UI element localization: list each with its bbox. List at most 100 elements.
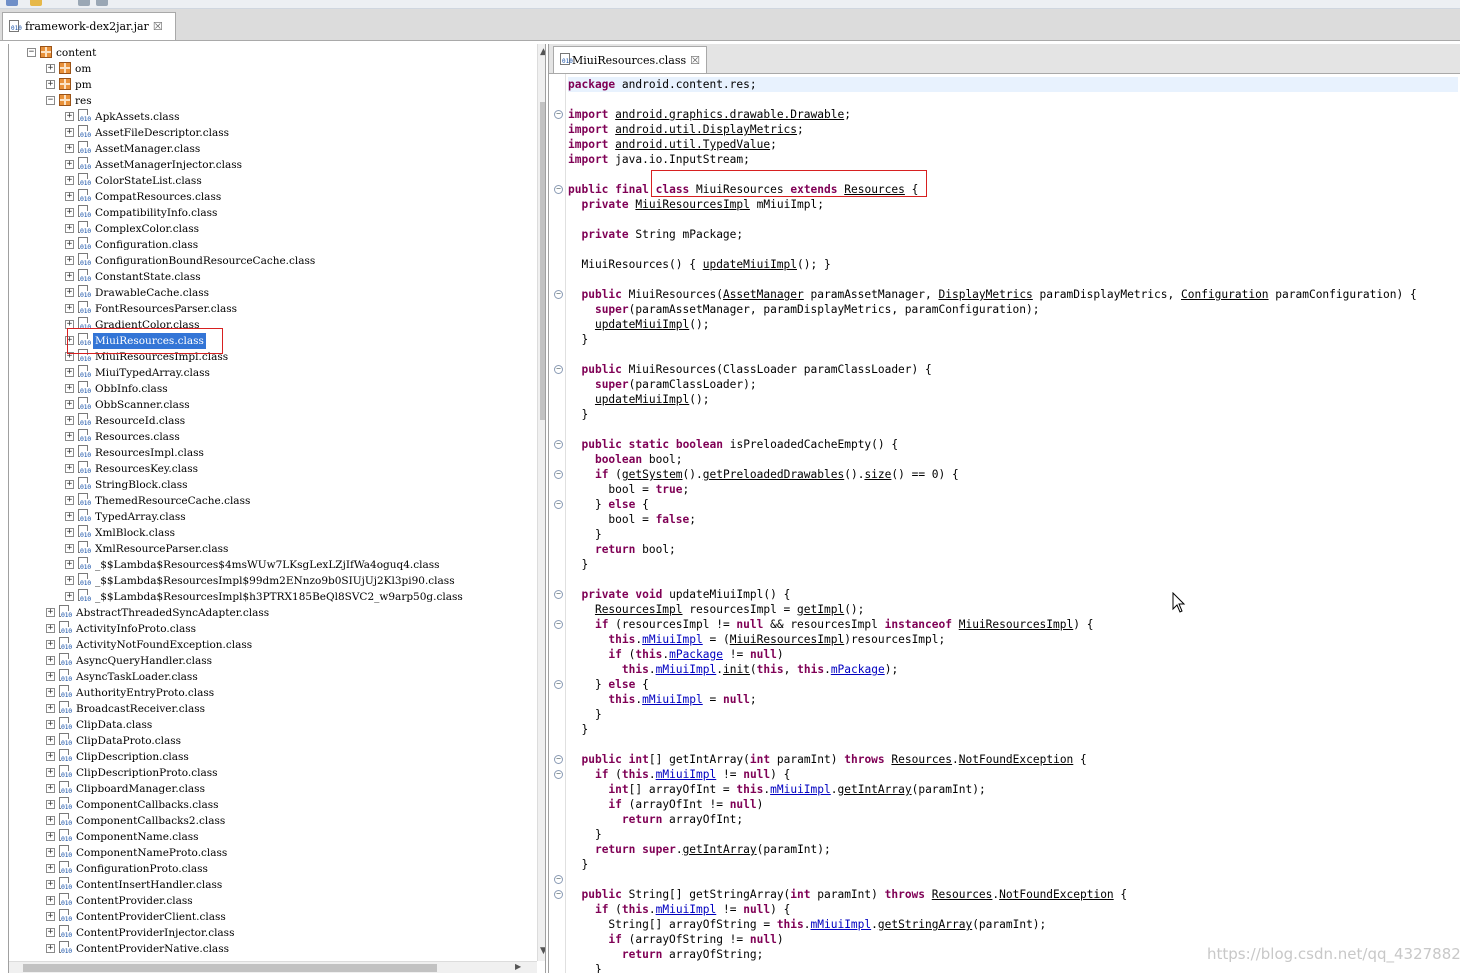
code-line[interactable]: public String[] getStringArray(int param… (568, 887, 1127, 902)
code-line[interactable]: } (568, 407, 588, 422)
code-line[interactable]: import android.graphics.drawable.Drawabl… (568, 107, 851, 122)
code-line[interactable]: } (568, 332, 588, 347)
code-line[interactable]: public MiuiResources(AssetManager paramA… (568, 287, 1416, 302)
expand-toggle-icon[interactable]: + (46, 736, 55, 745)
expand-toggle-icon[interactable]: + (46, 640, 55, 649)
open-file-icon[interactable] (6, 0, 18, 6)
scroll-up-arrow[interactable]: ▲ (540, 47, 545, 57)
fold-toggle-icon[interactable]: − (554, 110, 563, 119)
code-line[interactable]: boolean bool; (568, 452, 683, 467)
expand-toggle-icon[interactable]: + (65, 176, 74, 185)
scroll-right-arrow[interactable]: ▶ (515, 962, 521, 971)
expand-toggle-icon[interactable]: + (65, 160, 74, 169)
code-line[interactable]: } (568, 557, 588, 572)
expand-toggle-icon[interactable]: + (46, 800, 55, 809)
code-line[interactable]: updateMiuiImpl(); (568, 317, 710, 332)
code-line[interactable]: if (getSystem().getPreloadedDrawables().… (568, 467, 959, 482)
code-line[interactable]: if (this.mMiuiImpl != null) { (568, 902, 790, 917)
code-line[interactable]: String[] arrayOfString = this.mMiuiImpl.… (568, 917, 1046, 932)
fold-toggle-icon[interactable]: − (554, 590, 563, 599)
code-line[interactable]: package android.content.res; (568, 77, 1458, 92)
fold-toggle-icon[interactable]: − (554, 365, 563, 374)
expand-toggle-icon[interactable]: + (46, 928, 55, 937)
fold-toggle-icon[interactable]: − (554, 770, 563, 779)
expand-toggle-icon[interactable]: + (65, 576, 74, 585)
expand-toggle-icon[interactable]: + (46, 80, 55, 89)
code-line[interactable]: this.mMiuiImpl = null; (568, 692, 756, 707)
expand-toggle-icon[interactable]: + (65, 272, 74, 281)
code-line[interactable]: } (568, 827, 602, 842)
code-line[interactable]: if (arrayOfInt != null) (568, 797, 763, 812)
code-line[interactable]: } else { (568, 677, 649, 692)
tree-vertical-scrollbar[interactable]: ▲ ▼ (537, 44, 545, 961)
expand-toggle-icon[interactable]: + (65, 528, 74, 537)
code-line[interactable]: public MiuiResources(ClassLoader paramCl… (568, 362, 931, 377)
expand-toggle-icon[interactable]: + (46, 672, 55, 681)
code-line[interactable]: if (arrayOfString != null) (568, 932, 783, 947)
expand-toggle-icon[interactable]: + (65, 464, 74, 473)
expand-toggle-icon[interactable]: + (46, 896, 55, 905)
expand-toggle-icon[interactable]: + (65, 192, 74, 201)
code-line[interactable]: super(paramClassLoader); (568, 377, 757, 392)
code-line[interactable]: bool = false; (568, 512, 696, 527)
expand-toggle-icon[interactable]: + (46, 768, 55, 777)
code-line[interactable]: } else { (568, 497, 649, 512)
fold-toggle-icon[interactable]: − (554, 500, 563, 509)
expand-toggle-icon[interactable]: + (65, 304, 74, 313)
code-line[interactable]: this.mMiuiImpl = (MiuiResourcesImpl)reso… (568, 632, 945, 647)
fold-toggle-icon[interactable]: − (554, 890, 563, 899)
collapse-toggle-icon[interactable]: − (46, 96, 55, 105)
code-line[interactable]: } (568, 707, 602, 722)
expand-toggle-icon[interactable]: + (46, 864, 55, 873)
code-line[interactable]: private MiuiResourcesImpl mMiuiImpl; (568, 197, 824, 212)
expand-toggle-icon[interactable]: + (65, 256, 74, 265)
expand-toggle-icon[interactable]: + (65, 144, 74, 153)
code-line[interactable]: bool = true; (568, 482, 689, 497)
code-line[interactable]: return bool; (568, 542, 676, 557)
expand-toggle-icon[interactable]: + (65, 288, 74, 297)
expand-toggle-icon[interactable]: + (65, 208, 74, 217)
code-line[interactable]: private String mPackage; (568, 227, 743, 242)
expand-toggle-icon[interactable]: + (46, 608, 55, 617)
code-line[interactable]: } (568, 722, 588, 737)
expand-toggle-icon[interactable]: + (65, 480, 74, 489)
fold-toggle-icon[interactable]: − (554, 470, 563, 479)
fold-toggle-icon[interactable]: − (554, 755, 563, 764)
code-line[interactable]: super(paramAssetManager, paramDisplayMet… (568, 302, 1040, 317)
expand-toggle-icon[interactable]: + (65, 240, 74, 249)
expand-toggle-icon[interactable]: + (65, 448, 74, 457)
expand-toggle-icon[interactable]: + (46, 944, 55, 953)
expand-toggle-icon[interactable]: + (65, 496, 74, 505)
tree-horizontal-scrollbar[interactable]: ▶ (9, 961, 537, 973)
expand-toggle-icon[interactable]: + (65, 560, 74, 569)
expand-toggle-icon[interactable]: + (46, 816, 55, 825)
expand-toggle-icon[interactable]: + (65, 112, 74, 121)
expand-toggle-icon[interactable]: + (46, 688, 55, 697)
expand-toggle-icon[interactable]: + (46, 704, 55, 713)
fold-toggle-icon[interactable]: − (554, 290, 563, 299)
code-line[interactable]: return super.getIntArray(paramInt); (568, 842, 831, 857)
close-tab-icon[interactable]: ☒ (690, 54, 700, 67)
expand-toggle-icon[interactable]: + (46, 848, 55, 857)
code-line[interactable]: this.mMiuiImpl.init(this, this.mPackage)… (568, 662, 898, 677)
tree-hscroll-thumb[interactable] (23, 964, 437, 972)
expand-toggle-icon[interactable]: + (46, 624, 55, 633)
fold-toggle-icon[interactable]: − (554, 875, 563, 884)
fold-toggle-icon[interactable]: − (554, 440, 563, 449)
fold-toggle-icon[interactable]: − (554, 680, 563, 689)
expand-toggle-icon[interactable]: + (46, 720, 55, 729)
scroll-down-arrow[interactable]: ▼ (540, 946, 545, 956)
code-line[interactable]: int[] arrayOfInt = this.mMiuiImpl.getInt… (568, 782, 985, 797)
expand-toggle-icon[interactable]: + (65, 384, 74, 393)
editor-tab[interactable]: 010 MiuiResources.class ☒ (553, 46, 707, 73)
code-line[interactable]: if (this.mPackage != null) (568, 647, 783, 662)
code-line[interactable]: if (this.mMiuiImpl != null) { (568, 767, 790, 782)
expand-toggle-icon[interactable]: + (46, 64, 55, 73)
code-line[interactable]: import android.util.DisplayMetrics; (568, 122, 804, 137)
code-line[interactable]: MiuiResources() { updateMiuiImpl(); } (568, 257, 830, 272)
save-icon[interactable] (30, 0, 42, 6)
back-icon[interactable] (78, 0, 90, 6)
code-line[interactable]: } (568, 527, 602, 542)
code-line[interactable]: return arrayOfInt; (568, 812, 743, 827)
code-line[interactable]: public static boolean isPreloadedCacheEm… (568, 437, 898, 452)
